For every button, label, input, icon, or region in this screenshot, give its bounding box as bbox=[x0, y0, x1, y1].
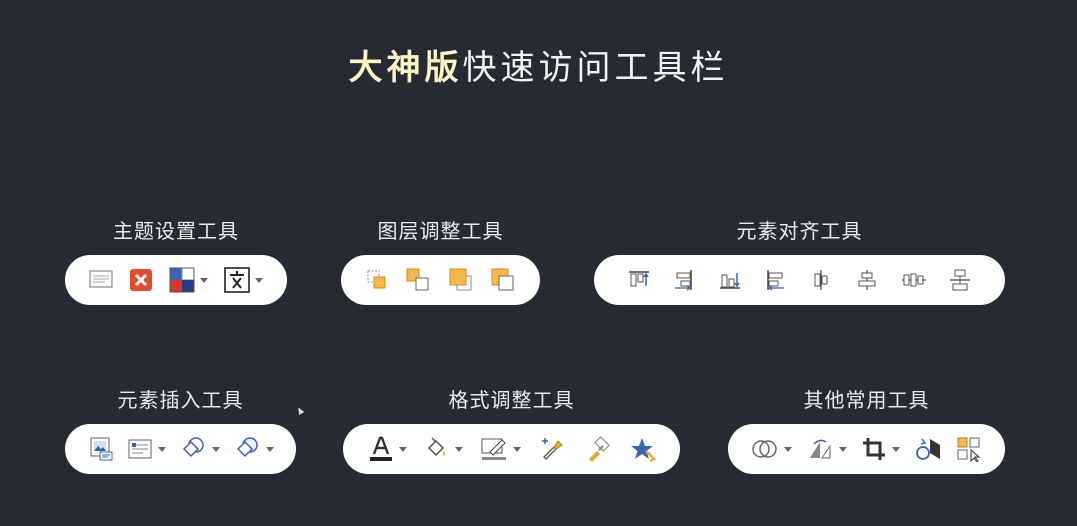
theme-colors-icon bbox=[169, 267, 195, 293]
align-right-button[interactable] bbox=[672, 269, 696, 291]
selection-pane-button[interactable] bbox=[956, 436, 982, 462]
fill-color-dropdown[interactable] bbox=[424, 436, 463, 462]
title-rest: 快速访问工具栏 bbox=[462, 48, 729, 88]
bring-to-front-button[interactable] bbox=[448, 267, 474, 293]
group-label: 格式调整工具 bbox=[448, 388, 575, 412]
insert-picture-button[interactable] bbox=[88, 436, 114, 462]
shape-combine-dropdown[interactable] bbox=[233, 436, 274, 462]
flip-icon bbox=[914, 435, 942, 463]
align-left-button[interactable] bbox=[764, 269, 788, 291]
page-title: 大神版快速访问工具栏 bbox=[0, 40, 1077, 89]
toolbar-pill bbox=[341, 255, 540, 305]
group-label: 图层调整工具 bbox=[377, 219, 504, 243]
chevron-down-icon bbox=[784, 446, 792, 452]
align-center-icon bbox=[855, 269, 879, 291]
align-top-icon bbox=[627, 269, 651, 291]
distribute-horizontal-button[interactable] bbox=[901, 269, 927, 291]
align-middle-icon bbox=[948, 268, 972, 292]
group-label: 主题设置工具 bbox=[113, 219, 239, 243]
effects-star-button[interactable] bbox=[628, 435, 656, 463]
align-left-icon bbox=[764, 269, 788, 291]
text-language-dropdown[interactable] bbox=[224, 267, 263, 293]
theme-colors-dropdown[interactable] bbox=[169, 267, 208, 293]
distribute-horizontal-icon bbox=[901, 269, 927, 291]
align-bottom-icon bbox=[718, 269, 742, 291]
chevron-down-icon bbox=[211, 446, 220, 452]
toolbar-pill bbox=[343, 424, 680, 474]
insert-picture-icon bbox=[88, 436, 114, 462]
group-label: 元素对齐工具 bbox=[736, 219, 863, 243]
send-to-back-button[interactable] bbox=[490, 267, 516, 293]
chevron-down-icon bbox=[398, 446, 407, 452]
rotate-dropdown[interactable] bbox=[806, 436, 847, 462]
toolbar-pill bbox=[65, 424, 296, 474]
flip-button[interactable] bbox=[914, 435, 942, 463]
toolbar-pill bbox=[594, 255, 1005, 305]
toolbar-pill bbox=[728, 424, 1005, 474]
merge-shapes-icon bbox=[751, 436, 779, 462]
insert-textbox-dropdown[interactable] bbox=[127, 437, 166, 461]
shape-union-icon bbox=[179, 436, 207, 462]
text-language-icon bbox=[224, 267, 250, 293]
mouse-cursor bbox=[295, 405, 305, 416]
eyedropper-button[interactable] bbox=[538, 435, 566, 463]
bring-forward-icon bbox=[365, 268, 389, 292]
chevron-down-icon bbox=[265, 446, 274, 452]
effects-star-icon bbox=[628, 435, 656, 463]
chevron-down-icon bbox=[200, 277, 208, 283]
format-painter-icon bbox=[583, 435, 611, 463]
slide-layout-button[interactable] bbox=[89, 269, 113, 291]
chevron-down-icon bbox=[512, 446, 521, 452]
align-center-button[interactable] bbox=[855, 269, 879, 291]
distribute-center-button[interactable] bbox=[809, 269, 833, 291]
distribute-center-icon bbox=[809, 269, 833, 291]
font-color-icon bbox=[368, 435, 394, 463]
bring-forward-button[interactable] bbox=[365, 268, 389, 292]
chevron-down-icon bbox=[839, 446, 847, 452]
group-label: 其他常用工具 bbox=[803, 388, 930, 412]
send-to-back-icon bbox=[490, 267, 516, 293]
merge-shapes-dropdown[interactable] bbox=[751, 436, 792, 462]
chevron-down-icon bbox=[892, 446, 900, 452]
group-label: 元素插入工具 bbox=[117, 388, 244, 412]
format-painter-button[interactable] bbox=[583, 435, 611, 463]
layer-tools-group: 图层调整工具 bbox=[341, 215, 540, 307]
chevron-down-icon bbox=[255, 277, 263, 283]
crop-icon bbox=[861, 436, 887, 462]
selection-pane-icon bbox=[956, 436, 982, 462]
insert-textbox-icon bbox=[127, 437, 153, 461]
shape-union-dropdown[interactable] bbox=[179, 436, 220, 462]
align-bottom-button[interactable] bbox=[718, 269, 742, 291]
format-tools-group: 格式调整工具 bbox=[343, 384, 680, 476]
slide-layout-icon bbox=[89, 269, 113, 291]
outline-color-icon bbox=[480, 436, 508, 462]
align-top-button[interactable] bbox=[627, 269, 651, 291]
rotate-icon bbox=[806, 436, 834, 462]
eyedropper-icon bbox=[538, 435, 566, 463]
other-tools-group: 其他常用工具 bbox=[728, 384, 1005, 476]
chevron-down-icon bbox=[157, 446, 166, 452]
close-button[interactable] bbox=[129, 268, 153, 292]
title-bold: 大神版 bbox=[348, 48, 463, 88]
close-red-icon bbox=[129, 268, 153, 292]
outline-color-dropdown[interactable] bbox=[480, 436, 521, 462]
align-right-icon bbox=[672, 269, 696, 291]
chevron-down-icon bbox=[454, 446, 463, 452]
align-middle-button[interactable] bbox=[948, 268, 972, 292]
align-tools-group: 元素对齐工具 bbox=[594, 215, 1005, 307]
shape-combine-icon bbox=[233, 436, 261, 462]
font-color-dropdown[interactable] bbox=[368, 435, 407, 463]
crop-dropdown[interactable] bbox=[861, 436, 900, 462]
theme-tools-group: 主题设置工具 bbox=[65, 215, 287, 307]
bring-to-front-icon bbox=[448, 267, 474, 293]
insert-tools-group: 元素插入工具 bbox=[65, 384, 296, 476]
send-backward-button[interactable] bbox=[405, 267, 431, 293]
send-backward-icon bbox=[405, 267, 431, 293]
fill-color-icon bbox=[424, 436, 450, 462]
toolbar-pill bbox=[65, 255, 287, 305]
